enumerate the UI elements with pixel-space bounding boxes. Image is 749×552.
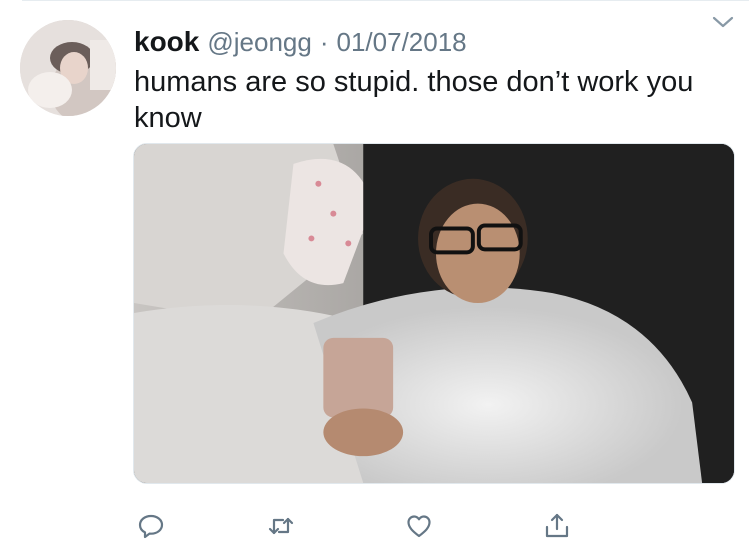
- like-button[interactable]: [401, 508, 437, 544]
- photo-image: [134, 144, 734, 483]
- reply-icon: [138, 514, 164, 539]
- reply-button[interactable]: [133, 508, 169, 544]
- user-handle[interactable]: @jeongg: [207, 27, 311, 58]
- tweet-actions: [133, 508, 593, 544]
- more-options-chevron-icon[interactable]: [711, 14, 735, 30]
- tweet-header: kook @jeongg · 01/07/2018: [134, 26, 467, 62]
- tweet-text: humans are so stupid. those don’t work y…: [134, 66, 694, 134]
- retweet-button[interactable]: [263, 508, 299, 544]
- share-button[interactable]: [539, 508, 575, 544]
- share-icon: [545, 513, 569, 538]
- like-icon: [407, 515, 431, 538]
- avatar[interactable]: [20, 20, 116, 116]
- separator-dot: ·: [319, 27, 329, 57]
- tweet-date[interactable]: 01/07/2018: [337, 27, 467, 58]
- top-divider: [22, 0, 749, 1]
- retweet-icon: [268, 517, 294, 535]
- tweet: kook @jeongg · 01/07/2018 humans are so …: [0, 0, 749, 552]
- display-name[interactable]: kook: [134, 26, 199, 58]
- avatar-image: [20, 20, 116, 116]
- tweet-photo[interactable]: [133, 143, 735, 484]
